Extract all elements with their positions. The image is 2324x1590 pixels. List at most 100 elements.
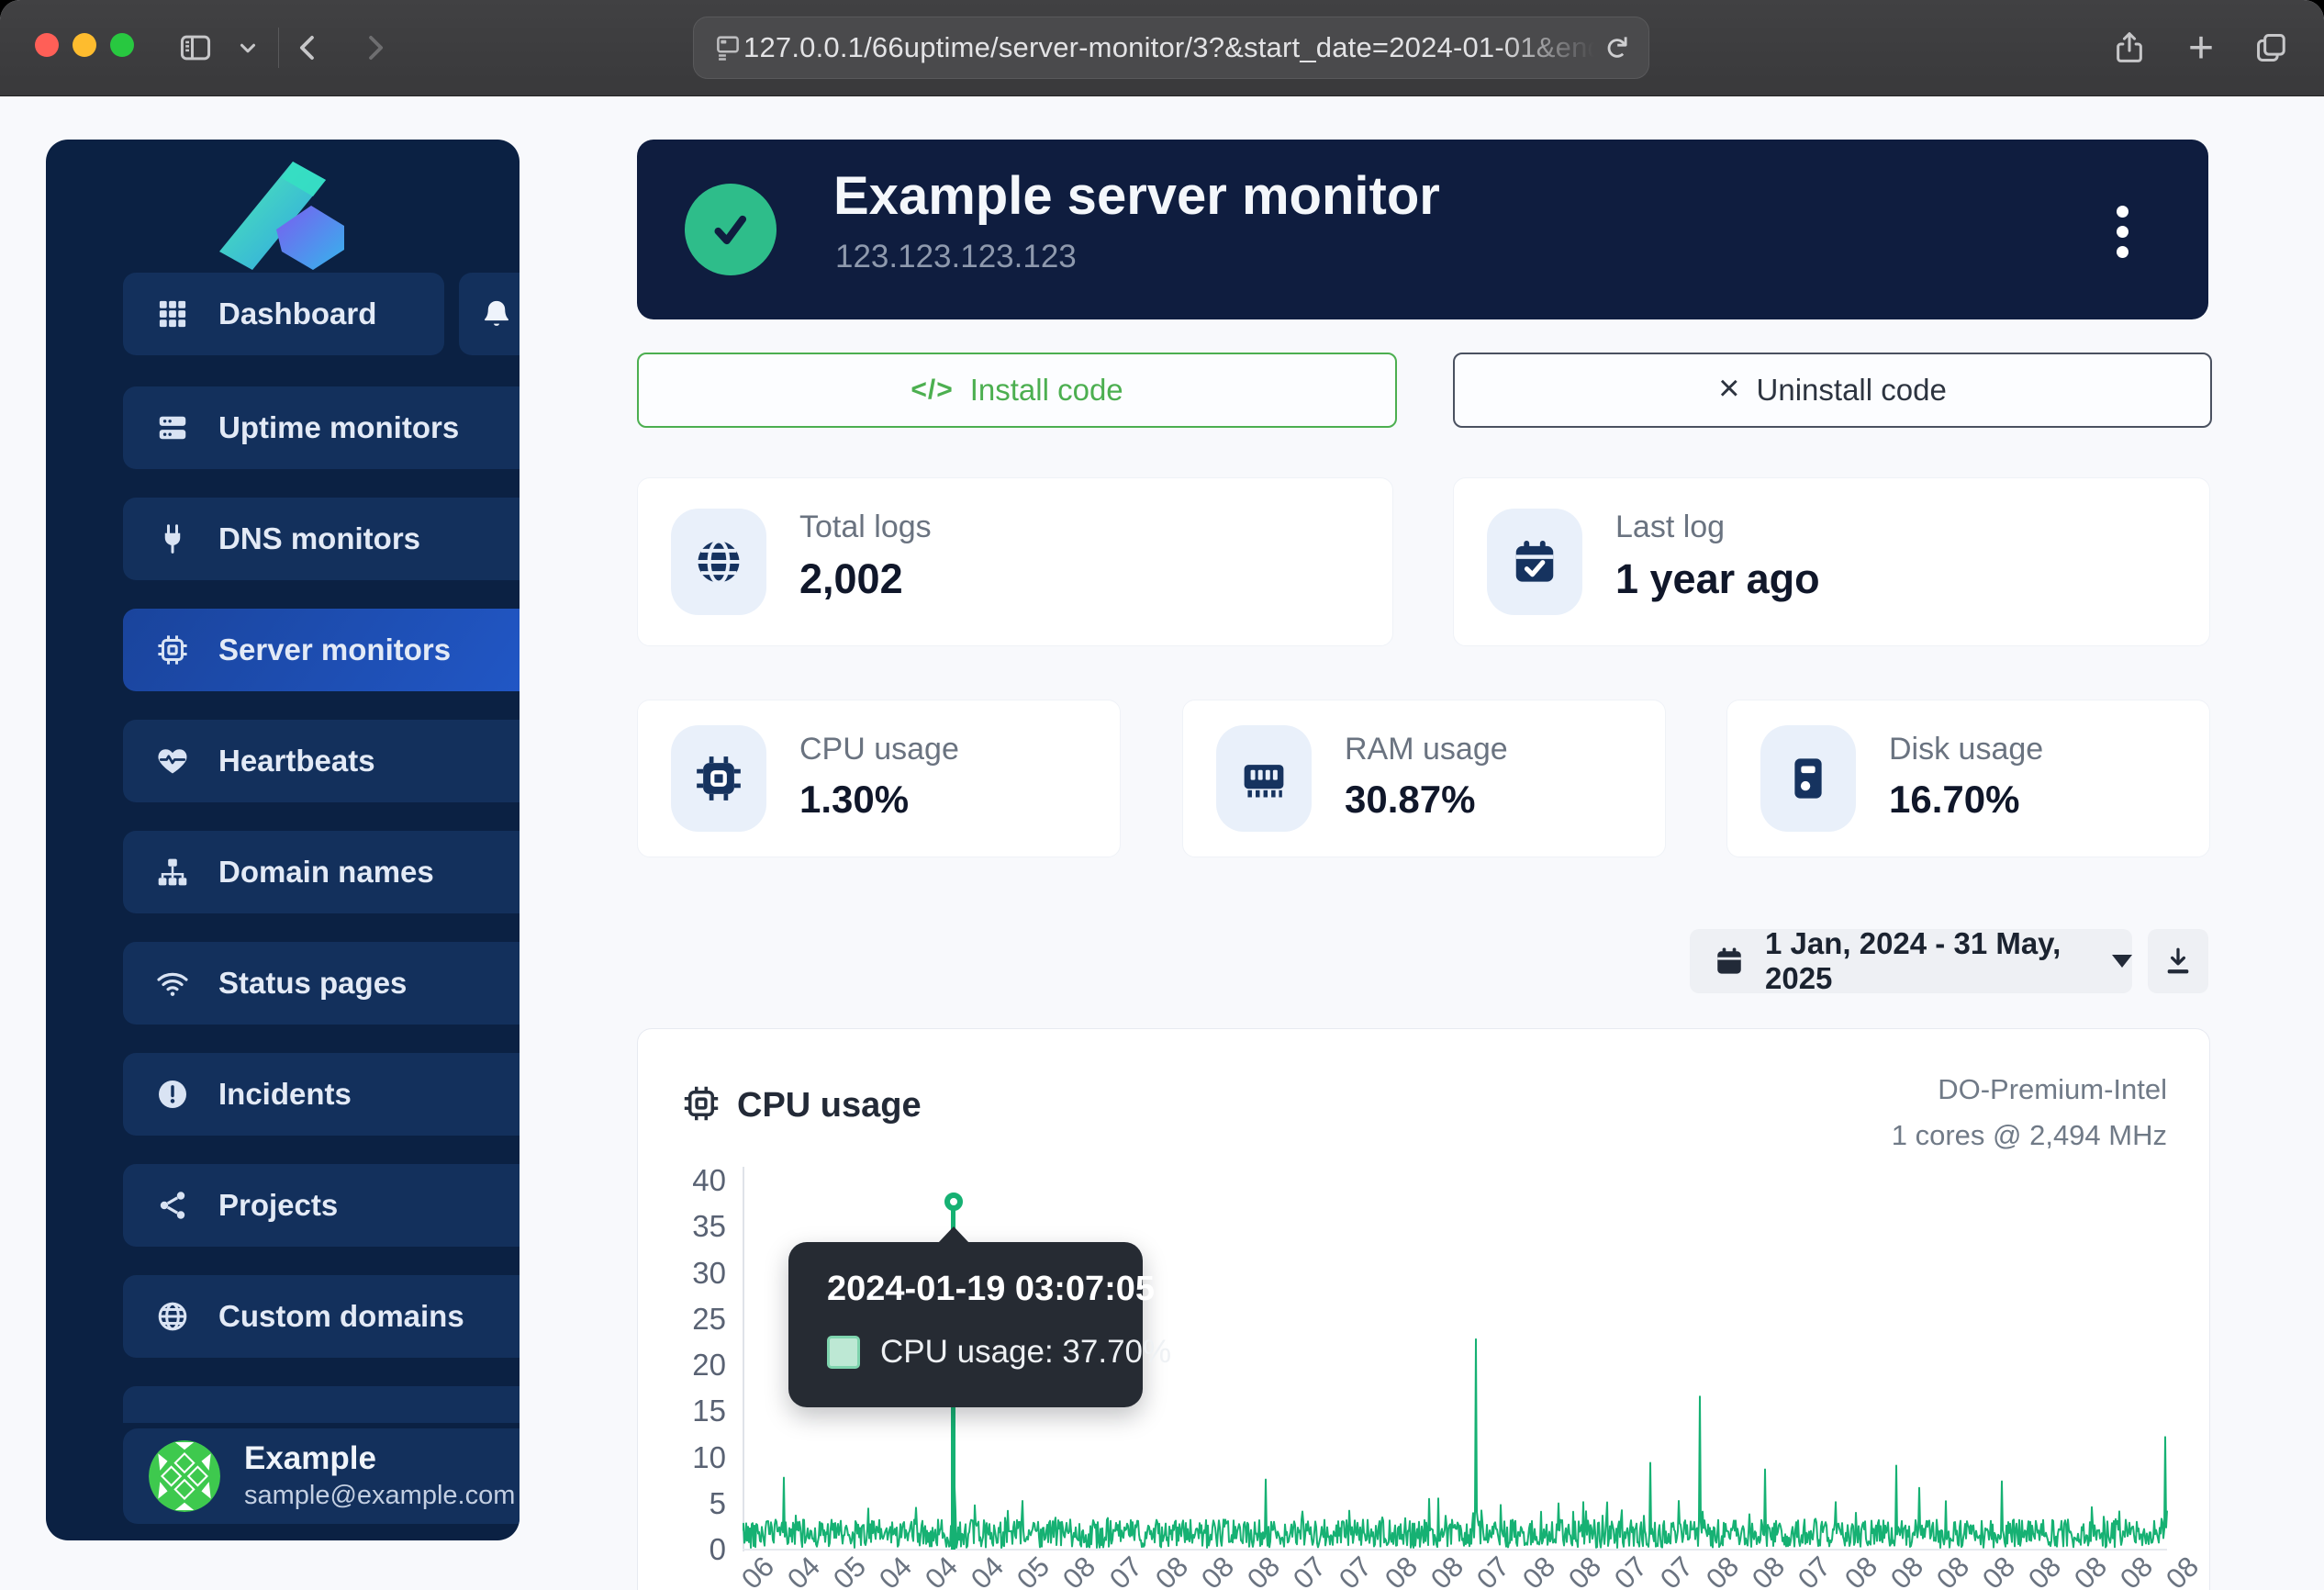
x-axis-tick: 07	[1287, 1551, 1333, 1590]
new-tab-icon[interactable]: +	[2175, 22, 2227, 73]
stat-value: 16.70%	[1889, 778, 2019, 822]
x-axis-tick: 07	[1103, 1551, 1149, 1590]
status-ok-badge	[685, 184, 777, 275]
sidebar-toggle-icon[interactable]	[170, 22, 221, 73]
sidebar-item-label: Domain names	[218, 855, 434, 890]
sidebar-item-dashboard[interactable]: Dashboard	[123, 273, 444, 355]
x-axis-tick: 08	[1379, 1551, 1425, 1590]
share-nodes-icon	[156, 1189, 189, 1222]
sidebar-item-custom-domains[interactable]: Custom domains	[123, 1275, 520, 1358]
browser-toolbar: 127.0.0.1/66uptime/server-monitor/3?&sta…	[0, 0, 2324, 96]
monitor-ip: 123.123.123.123	[835, 239, 1077, 275]
x-axis-tick: 08	[1930, 1551, 1976, 1590]
page-title: Example server monitor	[833, 165, 1440, 227]
monitor-header-card: Example server monitor 123.123.123.123	[637, 140, 2208, 319]
x-axis-tick: 04	[919, 1551, 965, 1590]
share-icon[interactable]	[2104, 22, 2155, 73]
x-axis-tick: 08	[1241, 1551, 1287, 1590]
sidebar-item-server-monitors[interactable]: Server monitors	[123, 609, 520, 691]
notifications-button[interactable]	[459, 273, 520, 355]
x-axis-tick: 06	[735, 1551, 781, 1590]
stat-value: 30.87%	[1345, 778, 1475, 822]
y-axis-tick: 25	[662, 1302, 726, 1337]
download-button[interactable]	[2148, 929, 2208, 993]
x-axis-tick: 04	[781, 1551, 827, 1590]
forward-icon[interactable]	[349, 22, 400, 73]
stat-label: Total logs	[799, 509, 932, 545]
hdd-icon	[1760, 725, 1856, 832]
date-range-picker[interactable]: 1 Jan, 2024 - 31 May, 2025	[1690, 929, 2132, 993]
sidebar: Dashboard Uptime monitors DNS monitors Ser…	[46, 140, 520, 1540]
globe-icon	[156, 1300, 189, 1333]
uninstall-code-button[interactable]: × Uninstall code	[1453, 353, 2212, 428]
total-logs-card: Total logs 2,002	[637, 477, 1393, 646]
x-axis-tick: 05	[827, 1551, 873, 1590]
browser-window: 127.0.0.1/66uptime/server-monitor/3?&sta…	[0, 0, 2324, 1590]
cpu-usage-card: CPU usage1.30%	[637, 700, 1121, 857]
x-axis-tick: 08	[1838, 1551, 1884, 1590]
sidebar-item-projects[interactable]: Projects	[123, 1164, 520, 1247]
x-axis-tick: 08	[1976, 1551, 2022, 1590]
x-icon: ×	[1718, 370, 1739, 407]
zoom-window-button[interactable]	[110, 33, 134, 57]
sidebar-item-domain-names[interactable]: Domain names	[123, 831, 520, 913]
sidebar-item-dns-monitors[interactable]: DNS monitors	[123, 498, 520, 580]
last-log-card: Last log1 year ago	[1453, 477, 2210, 646]
sidebar-item-heartbeats[interactable]: Heartbeats	[123, 720, 520, 802]
sidebar-item-uptime-monitors[interactable]: Uptime monitors	[123, 386, 520, 469]
globe-solid-icon	[671, 509, 766, 615]
kebab-menu-icon[interactable]	[2104, 202, 2140, 261]
sidebar-item-label: Projects	[218, 1188, 338, 1223]
sidebar-item-label: Incidents	[218, 1077, 352, 1112]
user-name: Example	[244, 1439, 515, 1479]
user-card[interactable]: Example sample@example.com	[123, 1428, 520, 1524]
app-logo	[205, 160, 361, 277]
cpu-solid-icon	[671, 725, 766, 832]
stat-value: 2,002	[799, 555, 903, 603]
x-axis-tick: 08	[1700, 1551, 1746, 1590]
download-icon	[2162, 946, 2194, 977]
tooltip-datetime: 2024-01-19 03:07:05	[827, 1270, 1155, 1309]
address-bar[interactable]: 127.0.0.1/66uptime/server-monitor/3?&sta…	[693, 17, 1649, 79]
sidebar-item-partial[interactable]	[123, 1386, 520, 1423]
install-code-button[interactable]: </> Install code	[637, 353, 1397, 428]
minimize-window-button[interactable]	[73, 33, 96, 57]
url-text[interactable]: 127.0.0.1/66uptime/server-monitor/3?&sta…	[743, 31, 1603, 64]
back-icon[interactable]	[283, 22, 334, 73]
tab-overview-icon[interactable]	[2245, 22, 2296, 73]
page-settings-icon[interactable]	[712, 32, 743, 63]
chart-tooltip: 2024-01-19 03:07:05 CPU usage: 37.70%	[788, 1242, 1143, 1407]
x-axis-tick: 08	[2068, 1551, 2114, 1590]
screenshot-root: 127.0.0.1/66uptime/server-monitor/3?&sta…	[0, 0, 2324, 1590]
server-cores: 1 cores @ 2,494 MHz	[1892, 1119, 2167, 1152]
cpu-icon	[156, 633, 189, 666]
x-axis-tick: 08	[1884, 1551, 1930, 1590]
sidebar-item-label: Status pages	[218, 966, 407, 1001]
memory-icon	[1216, 725, 1312, 832]
ram-usage-card: RAM usage30.87%	[1182, 700, 1666, 857]
uninstall-code-label: Uninstall code	[1757, 373, 1947, 408]
x-axis-tick: 08	[2022, 1551, 2068, 1590]
server-stack-icon	[156, 411, 189, 444]
chevron-down-icon[interactable]	[225, 22, 271, 73]
x-axis-tick: 07	[1608, 1551, 1654, 1590]
sidebar-item-status-pages[interactable]: Status pages	[123, 942, 520, 1025]
y-axis-tick: 35	[662, 1209, 726, 1244]
user-email: sample@example.com	[244, 1479, 515, 1514]
plug-icon	[156, 522, 189, 555]
x-axis-tick: 08	[1149, 1551, 1195, 1590]
sidebar-item-label: Custom domains	[218, 1299, 464, 1334]
reload-icon[interactable]: ↻	[1597, 35, 1634, 62]
sidebar-item-incidents[interactable]: Incidents	[123, 1053, 520, 1136]
tooltip-series-swatch	[827, 1336, 860, 1369]
bell-icon	[481, 298, 512, 330]
sidebar-item-label: Uptime monitors	[218, 410, 459, 445]
x-axis-tick: 08	[2160, 1551, 2206, 1590]
x-axis-tick: 08	[1056, 1551, 1102, 1590]
install-code-label: Install code	[970, 373, 1123, 408]
page-body: Dashboard Uptime monitors DNS monitors Ser…	[0, 96, 2324, 1590]
sidebar-item-label: Server monitors	[218, 633, 451, 667]
sidebar-item-label: Dashboard	[218, 297, 376, 331]
code-icon: </>	[911, 375, 953, 406]
close-window-button[interactable]	[35, 33, 59, 57]
